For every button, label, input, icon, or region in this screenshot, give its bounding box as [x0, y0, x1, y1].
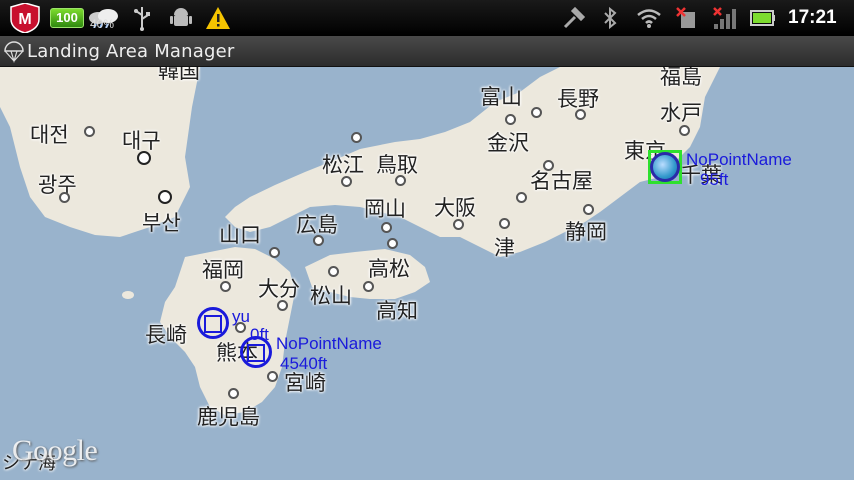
city-dot — [341, 176, 352, 187]
tool-icon — [560, 4, 588, 32]
marker-altitude: 95ft — [700, 170, 729, 189]
city-label: 부산 — [142, 211, 181, 235]
city-label: 福岡 — [202, 258, 244, 282]
warning-icon — [204, 4, 232, 32]
bluetooth-icon — [598, 4, 622, 32]
parachute-icon — [3, 41, 25, 64]
city-label: 松江 — [322, 153, 364, 177]
city-label: 鳥取 — [376, 153, 418, 177]
landing-area-marker-center — [247, 344, 265, 362]
marker-name: NoPointName — [276, 334, 382, 353]
current-location-marker[interactable] — [650, 152, 680, 182]
city-label: 광주 — [38, 173, 77, 197]
marker-name: NoPointName — [686, 150, 792, 169]
city-dot — [395, 175, 406, 186]
city-dot — [531, 107, 542, 118]
signal-icon — [710, 4, 740, 32]
battery-badge: 100 — [50, 8, 84, 28]
weather-percent: 40% — [90, 17, 115, 31]
city-dot — [84, 126, 95, 137]
city-label: 長崎 — [145, 323, 187, 347]
city-dot — [505, 114, 516, 125]
city-dot — [387, 238, 398, 249]
battery-icon — [748, 4, 778, 32]
city-label: 金沢 — [487, 131, 529, 155]
landing-area-marker-center — [204, 315, 222, 333]
city-dot — [583, 204, 594, 215]
city-dot — [351, 132, 362, 143]
city-dot — [158, 190, 172, 204]
city-dot — [228, 388, 239, 399]
svg-text:M: M — [18, 11, 31, 28]
city-label: 福島 — [660, 67, 702, 89]
android-debug-icon — [168, 4, 194, 32]
city-label: 岡山 — [364, 197, 406, 221]
city-dot — [313, 235, 324, 246]
city-label: 水戸 — [660, 101, 702, 125]
city-label: 松山 — [310, 284, 352, 308]
usb-icon — [130, 4, 154, 32]
mcafee-icon: M — [8, 3, 42, 33]
city-dot — [381, 222, 392, 233]
city-dot — [453, 219, 464, 230]
city-label: 津 — [494, 236, 515, 260]
city-label: 大分 — [258, 277, 300, 301]
wifi-icon — [634, 4, 664, 32]
marker-altitude: 4540ft — [280, 354, 328, 373]
city-label: 대전 — [30, 123, 69, 147]
marker-name: yu — [232, 307, 250, 326]
city-dot — [499, 218, 510, 229]
city-label: 大阪 — [434, 196, 476, 220]
no-sim-icon — [674, 4, 702, 32]
city-dot — [516, 192, 527, 203]
city-label: 名古屋 — [530, 169, 593, 193]
city-dot — [277, 300, 288, 311]
city-dot — [220, 281, 231, 292]
city-dot — [363, 281, 374, 292]
city-dot — [269, 247, 280, 258]
map-view[interactable]: 韓国 대전 대구 광주 부산 富山 長野 福島 水戸 金沢 松江 鳥取 東京 千… — [0, 67, 854, 480]
clock: 17:21 — [788, 7, 837, 28]
city-label: 富山 — [480, 85, 522, 109]
google-logo: Google — [12, 434, 98, 467]
status-bar: M 100 40% 17:21 — [0, 0, 854, 36]
city-label: 高知 — [376, 299, 418, 323]
city-label: 鹿児島 — [197, 405, 260, 429]
city-dot — [137, 151, 151, 165]
city-dot — [59, 192, 70, 203]
city-label: 韓国 — [158, 67, 200, 83]
city-label: 静岡 — [565, 220, 607, 244]
city-dot — [575, 109, 586, 120]
city-dot — [267, 371, 278, 382]
city-dot — [679, 125, 690, 136]
title-bar: Landing Area Manager — [0, 36, 854, 67]
city-label: 山口 — [219, 223, 261, 247]
app-title: Landing Area Manager — [27, 41, 235, 62]
city-label: 高松 — [368, 257, 410, 281]
city-dot — [328, 266, 339, 277]
city-dot — [543, 160, 554, 171]
